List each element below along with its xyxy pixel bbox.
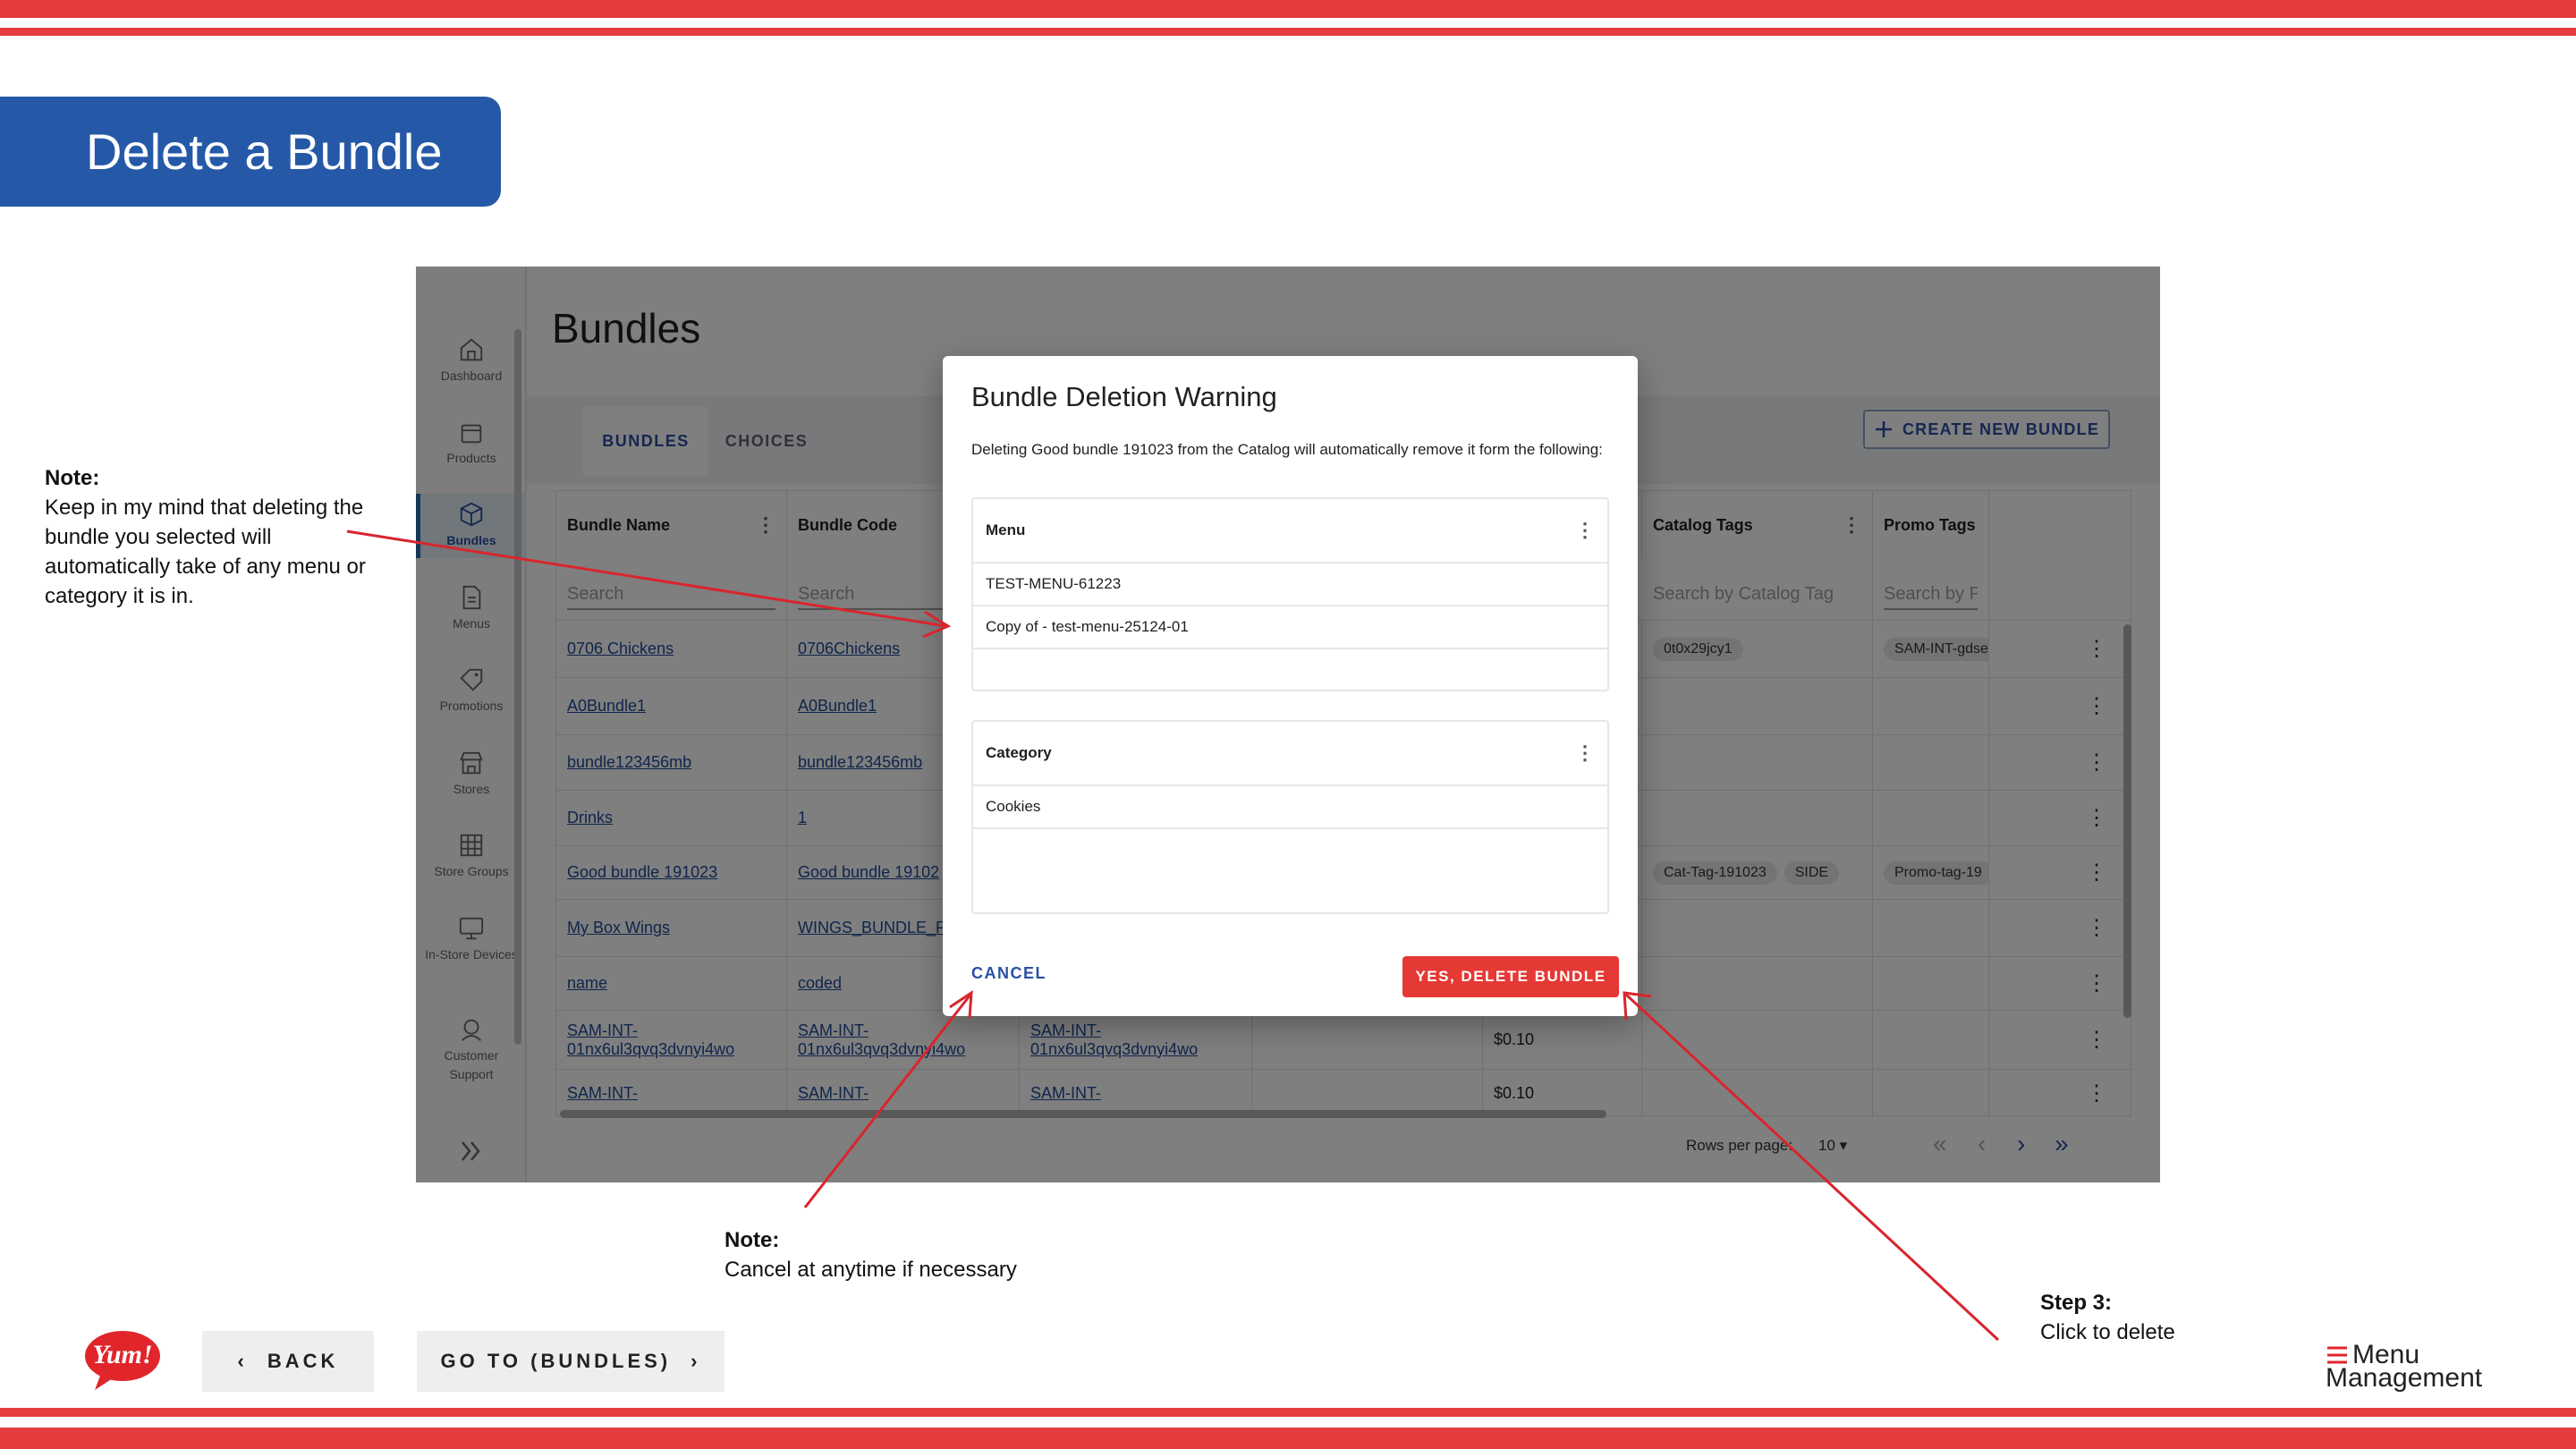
note-left: Note: Keep in my mind that deleting the … [45, 463, 367, 611]
bottom-stripe [0, 1428, 2576, 1449]
note-left-heading: Note: [45, 466, 100, 490]
category-panel-more-icon[interactable]: ⋮ [1575, 741, 1595, 765]
yes-delete-bundle-button[interactable]: YES, DELETE BUNDLE [1402, 956, 1619, 997]
category-panel: Category ⋮ Cookies [971, 720, 1609, 914]
cancel-button[interactable]: CANCEL [971, 964, 1046, 983]
top-stripe [0, 0, 2576, 18]
menu-panel-title: Menu [986, 521, 1026, 538]
top-stripe-thin [0, 28, 2576, 36]
menu-list-item: Copy of - test-menu-25124-01 [973, 606, 1607, 649]
note-step-text: Click to delete [2040, 1320, 2175, 1344]
go-to-bundles-label: GO TO (BUNDLES) [440, 1350, 672, 1372]
menu-list-item: TEST-MENU-61223 [973, 564, 1607, 606]
back-button-label: BACK [267, 1350, 339, 1372]
back-button[interactable]: ‹ BACK [202, 1331, 374, 1392]
category-panel-title: Category [986, 744, 1052, 761]
chevron-right-icon: › [691, 1350, 701, 1372]
menu-lines-icon [2327, 1346, 2347, 1364]
menu-panel-more-icon[interactable]: ⋮ [1575, 519, 1595, 542]
brand-management-text: Management [2326, 1363, 2483, 1393]
category-list-item: Cookies [973, 786, 1607, 829]
dialog-message: Deleting Good bundle 191023 from the Cat… [971, 441, 1603, 458]
delete-warning-dialog: Bundle Deletion Warning Deleting Good bu… [943, 356, 1638, 1016]
menu-panel: Menu ⋮ TEST-MENU-61223 Copy of - test-men… [971, 497, 1609, 691]
note-step: Step 3: Click to delete [2040, 1288, 2309, 1347]
slide-title: Delete a Bundle [0, 97, 501, 207]
note-bottom-text: Cancel at anytime if necessary [724, 1258, 1017, 1282]
note-left-text: Keep in my mind that deleting the bundle… [45, 496, 366, 608]
category-panel-header: Category ⋮ [973, 722, 1607, 786]
note-bottom: Note: Cancel at anytime if necessary [724, 1225, 1172, 1284]
svg-text:Yum!: Yum! [92, 1340, 152, 1369]
note-bottom-heading: Note: [724, 1228, 780, 1252]
chevron-left-icon: ‹ [237, 1350, 248, 1372]
go-to-bundles-button[interactable]: GO TO (BUNDLES) › [417, 1331, 724, 1392]
bottom-stripe-thin [0, 1408, 2576, 1417]
menu-panel-header: Menu ⋮ [973, 499, 1607, 564]
note-step-heading: Step 3: [2040, 1291, 2113, 1315]
yum-logo: Yum! [85, 1331, 160, 1390]
dialog-title: Bundle Deletion Warning [971, 381, 1277, 412]
app-screenshot: DashboardProductsBundlesMenusPromotionsS… [416, 267, 2160, 1182]
